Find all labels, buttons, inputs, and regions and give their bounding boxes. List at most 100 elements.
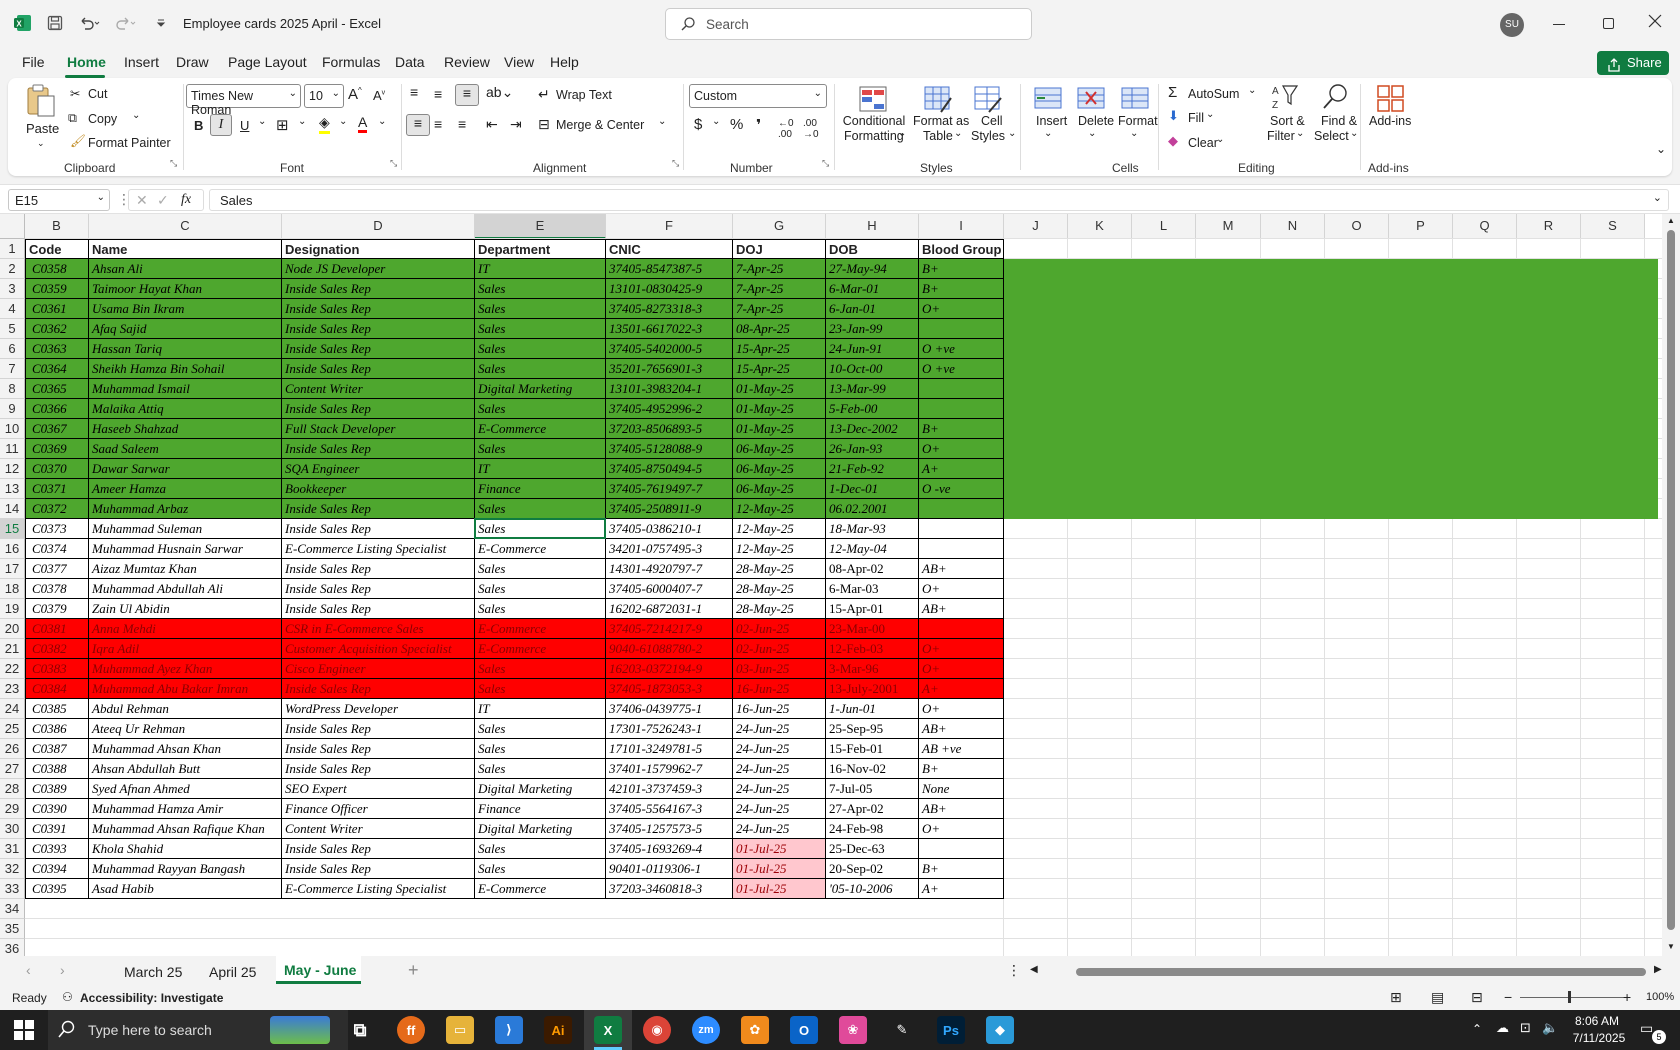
align-center-icon[interactable]: ≡ [434,116,442,132]
row-header[interactable]: 20 [0,619,25,639]
increase-font-icon[interactable]: A^ [348,86,362,103]
row-header[interactable]: 30 [0,819,25,839]
table-cell[interactable]: C0379 [25,599,89,619]
row-header[interactable]: 19 [0,599,25,619]
hscroll-right-icon[interactable]: ▶ [1654,964,1662,975]
table-cell[interactable]: 01-May-25 [733,419,826,439]
table-cell[interactable]: O +ve [919,359,1004,379]
chevron-down-icon[interactable]: ⌄ [1206,109,1214,120]
table-cell[interactable]: C0370 [25,459,89,479]
chevron-down-icon[interactable]: ⌄ [898,128,906,139]
table-cell[interactable]: C0371 [25,479,89,499]
table-cell[interactable] [919,839,1004,859]
increase-decimal-icon[interactable]: ←0.00 [778,118,794,140]
windows-start-icon[interactable] [14,1020,34,1043]
name-box[interactable]: E15 ⌄ [8,189,110,211]
table-cell[interactable]: 14301-4920797-7 [606,559,733,579]
comma-style-icon[interactable]: ❜ [756,116,761,134]
table-cell[interactable]: C0364 [25,359,89,379]
table-cell[interactable]: O+ [919,659,1004,679]
table-cell[interactable]: 7-Apr-25 [733,299,826,319]
table-cell[interactable]: 13101-3983204-1 [606,379,733,399]
table-cell[interactable]: C0388 [25,759,89,779]
table-cell[interactable]: Muhammad Husnain Sarwar [89,539,282,559]
prev-sheet-icon[interactable]: ‹ [26,962,31,978]
row-header[interactable]: 6 [0,339,25,359]
table-cell[interactable]: 25-Dec-63 [826,839,919,859]
table-cell[interactable]: C0382 [25,639,89,659]
table-cell[interactable]: B+ [919,759,1004,779]
volume-icon[interactable]: 🔈 [1542,1020,1558,1036]
row-header[interactable]: 26 [0,739,25,759]
table-cell[interactable]: Sales [475,599,606,619]
photoshop-icon[interactable]: Ps [937,1016,965,1044]
table-cell[interactable]: Sales [475,559,606,579]
align-left-icon[interactable]: ≡ [406,114,430,136]
table-cell[interactable]: 37405-6000407-7 [606,579,733,599]
table-cell[interactable]: Muhammad Suleman [89,519,282,539]
column-header[interactable]: D [282,214,475,239]
table-cell[interactable]: Sales [475,679,606,699]
table-header-cell[interactable]: CNIC [606,239,733,259]
table-cell[interactable]: IT [475,259,606,279]
table-cell[interactable]: 13-Mar-99 [826,379,919,399]
fill-button[interactable]: Fill [1188,111,1204,125]
table-cell[interactable]: 37405-5128088-9 [606,439,733,459]
table-cell[interactable]: Inside Sales Rep [282,319,475,339]
column-header[interactable]: R [1517,214,1581,239]
table-cell[interactable]: Muhammad Abdullah Ali [89,579,282,599]
formula-input[interactable]: Sales ⌄ [209,189,1669,211]
tab-help[interactable]: Help [550,54,579,70]
table-cell[interactable]: Sales [475,659,606,679]
table-cell[interactable]: Inside Sales Rep [282,559,475,579]
table-cell[interactable]: O+ [919,819,1004,839]
column-header[interactable]: Q [1453,214,1517,239]
table-cell[interactable] [919,619,1004,639]
table-cell[interactable]: C0395 [25,879,89,899]
font-color-icon[interactable]: A [358,114,368,133]
table-cell[interactable]: 90401-0119306-1 [606,859,733,879]
table-cell[interactable]: 25-Sep-95 [826,719,919,739]
table-cell[interactable]: Sheikh Hamza Bin Sohail [89,359,282,379]
table-cell[interactable]: 16-Jun-25 [733,699,826,719]
table-cell[interactable]: 28-May-25 [733,579,826,599]
align-middle-icon[interactable]: ≡ [434,86,442,102]
tray-chevron-icon[interactable]: ⌃ [1472,1022,1482,1036]
table-cell[interactable]: 37405-7619497-7 [606,479,733,499]
worksheet-grid[interactable]: B C D E F G H I J K L M N O P Q R S 1 2 3 4 5 6 7 8 9 10 11 12 13 14 15 1… [0,214,1680,956]
table-cell[interactable]: Digital Marketing [475,819,606,839]
table-cell[interactable]: Inside Sales Rep [282,279,475,299]
table-cell[interactable]: Node JS Developer [282,259,475,279]
table-cell[interactable]: 02-Jun-25 [733,639,826,659]
column-header[interactable]: H [826,214,919,239]
table-cell[interactable]: Digital Marketing [475,379,606,399]
table-cell[interactable]: 24-Jun-25 [733,759,826,779]
table-cell[interactable]: C0359 [25,279,89,299]
chevron-down-icon[interactable]: ⌄ [712,116,720,127]
table-cell[interactable]: 42101-3737459-3 [606,779,733,799]
table-cell[interactable]: C0384 [25,679,89,699]
table-cell[interactable]: Inside Sales Rep [282,339,475,359]
table-cell[interactable]: C0381 [25,619,89,639]
align-right-icon[interactable]: ≡ [458,116,466,132]
eraser-icon[interactable]: ◆ [1168,133,1178,149]
table-cell[interactable]: Full Stack Developer [282,419,475,439]
row-header[interactable]: 36 [0,939,25,956]
new-sheet-icon[interactable]: + [408,960,419,981]
chrome-icon[interactable]: ◉ [643,1016,671,1044]
row-header[interactable]: 31 [0,839,25,859]
table-cell[interactable]: 37405-7214217-9 [606,619,733,639]
table-cell[interactable]: 21-Feb-92 [826,459,919,479]
table-cell[interactable]: C0373 [25,519,89,539]
table-cell[interactable]: Muhammad Ayez Khan [89,659,282,679]
insert-cells-icon[interactable] [1033,84,1063,114]
table-cell[interactable]: Inside Sales Rep [282,859,475,879]
row-header[interactable]: 8 [0,379,25,399]
row-header[interactable]: 25 [0,719,25,739]
table-cell[interactable]: Muhammad Ahsan Khan [89,739,282,759]
table-cell[interactable]: 37203-3460818-3 [606,879,733,899]
table-cell[interactable]: Sales [475,759,606,779]
close-button[interactable] [1648,14,1662,31]
column-header[interactable]: J [1004,214,1068,239]
table-cell[interactable]: Sales [475,359,606,379]
